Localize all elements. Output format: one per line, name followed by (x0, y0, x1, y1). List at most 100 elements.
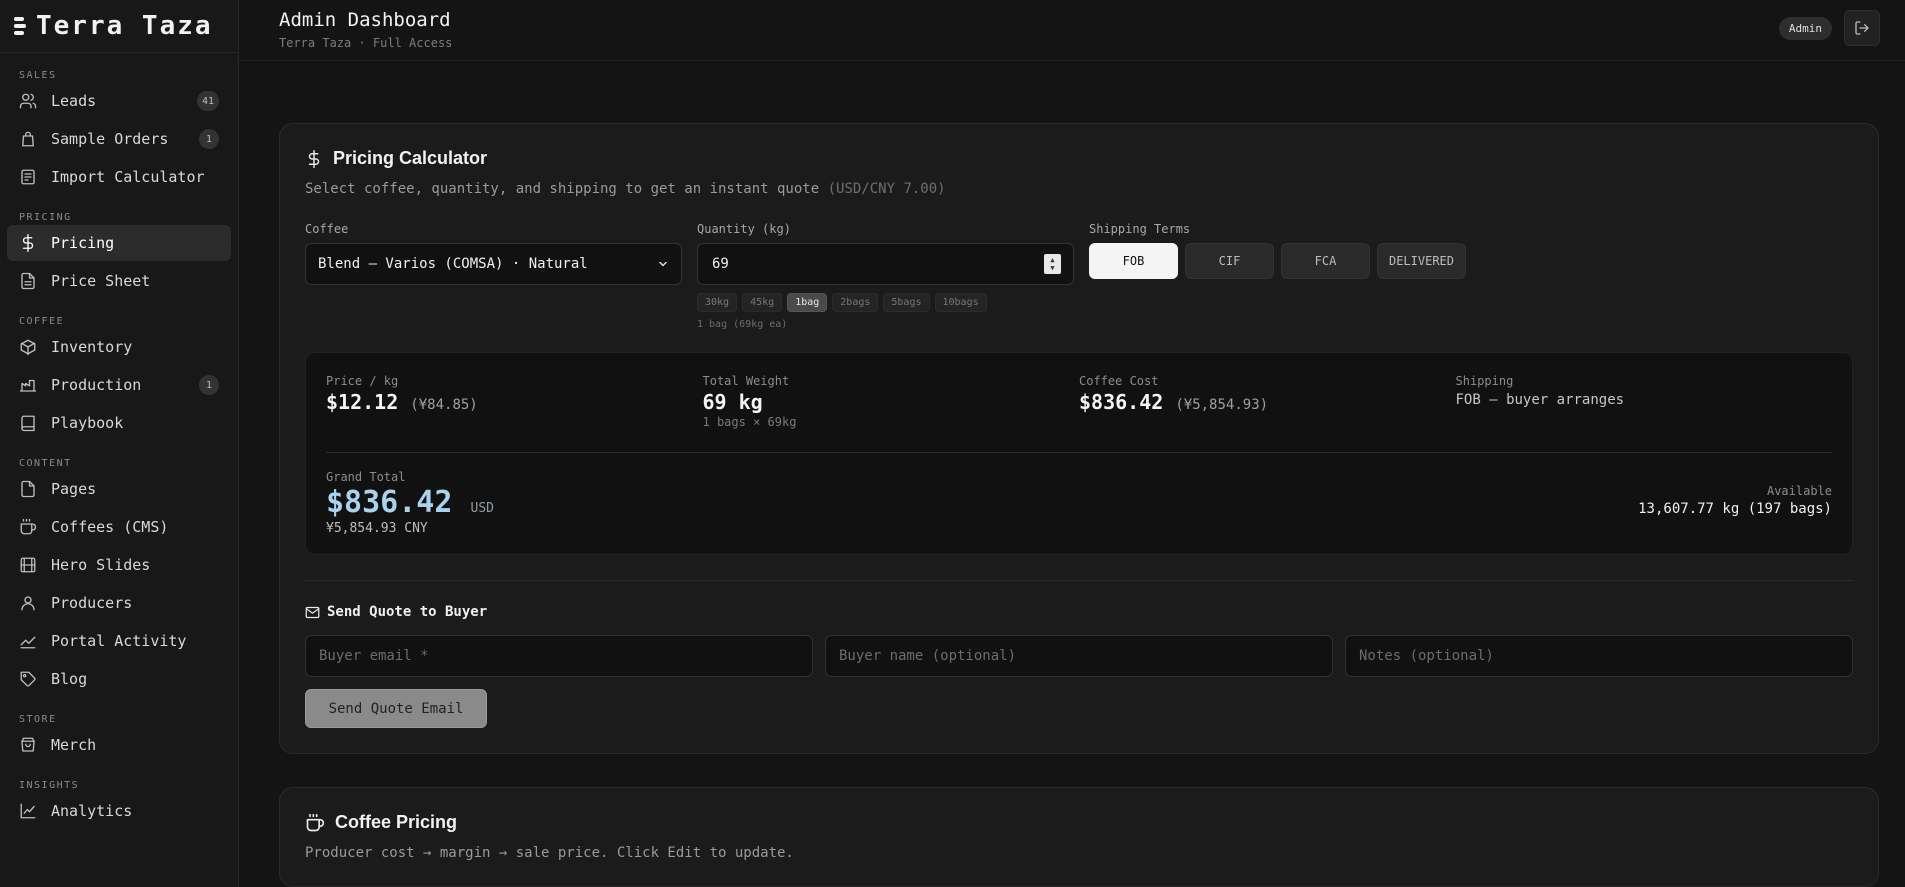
card-description: Select coffee, quantity, and shipping to… (305, 181, 1853, 197)
sidebar-item-sample-orders[interactable]: Sample Orders 1 (7, 121, 231, 157)
sidebar-item-merch[interactable]: Merch (7, 727, 231, 763)
nav-section-store: STORE Merch (0, 703, 238, 763)
nav-section-content: CONTENT Pages Coffees (CMS) Hero Slides Prod… (0, 447, 238, 697)
stepper-up-icon[interactable]: ▲ (1050, 256, 1054, 264)
sidebar-item-label: Merch (51, 736, 97, 754)
content: Pricing Calculator Select coffee, quanti… (239, 61, 1905, 887)
factory-icon (19, 376, 37, 394)
sidebar-item-coffees-cms[interactable]: Coffees (CMS) (7, 509, 231, 545)
total-weight-detail: 1 bags × 69kg (702, 415, 797, 429)
available-value: 13,607.77 kg (197 bags) (1638, 501, 1832, 517)
quantity-stepper[interactable]: ▲ ▼ (1044, 254, 1061, 274)
coffee-cost: Coffee Cost $836.42 (¥5,854.93) (1079, 374, 1456, 429)
logout-icon (1855, 21, 1869, 35)
sidebar-item-label: Import Calculator (51, 168, 205, 186)
page-subtitle: Terra Taza · Full Access (279, 36, 453, 50)
nav-section-title: INSIGHTS (19, 780, 80, 791)
quote-inputs (305, 635, 1853, 677)
shipping-term-fob[interactable]: FOB (1089, 243, 1178, 279)
count-badge: 1 (199, 129, 219, 149)
sidebar-item-inventory[interactable]: Inventory (7, 329, 231, 365)
sidebar-item-label: Coffees (CMS) (51, 518, 169, 536)
sidebar-item-playbook[interactable]: Playbook (7, 405, 231, 441)
sidebar-item-producers[interactable]: Producers (7, 585, 231, 621)
book-icon (19, 414, 37, 432)
brand-name: Terra Taza (36, 11, 213, 41)
quantity-input[interactable]: 69 ▲ ▼ (697, 243, 1074, 285)
buyer-name-input[interactable] (825, 635, 1333, 677)
shipping-term-fca[interactable]: FCA (1281, 243, 1370, 279)
sidebar-item-blog[interactable]: Blog (7, 661, 231, 697)
file-icon (19, 480, 37, 498)
role-badge: Admin (1778, 16, 1832, 40)
preset-chip-5bags[interactable]: 5bags (883, 293, 930, 312)
buyer-email-input[interactable] (305, 635, 813, 677)
sidebar-item-label: Pages (51, 480, 97, 498)
sidebar-item-pricing[interactable]: Pricing (7, 225, 231, 261)
sidebar-item-label: Sample Orders (51, 130, 169, 148)
nav-section-title: SALES (19, 70, 57, 81)
shipping-terms: FOB CIF FCA DELIVERED (1089, 243, 1466, 279)
price-per-kg-cny: (¥84.85) (410, 397, 478, 413)
logout-button[interactable] (1844, 10, 1880, 46)
coffee-icon (306, 813, 325, 831)
main: Admin Dashboard Terra Taza · Full Access… (239, 0, 1905, 887)
preset-chip-2bags[interactable]: 2bags (832, 293, 879, 312)
nav-section-sales: SALES Leads 41 Sample Orders 1 Import Calcula… (0, 59, 238, 195)
sidebar-item-label: Inventory (51, 338, 133, 356)
total-weight-label: Total Weight (702, 374, 790, 388)
grand-total-cny: ¥5,854.93 CNY (326, 521, 428, 536)
sidebar-item-leads[interactable]: Leads 41 (7, 83, 231, 119)
stepper-down-icon[interactable]: ▼ (1050, 264, 1054, 272)
nav-section-title: COFFEE (19, 316, 65, 327)
preset-chip-10bags[interactable]: 10bags (934, 293, 987, 312)
sidebar-item-hero-slides[interactable]: Hero Slides (7, 547, 231, 583)
shipping-summary-label: Shipping (1455, 374, 1514, 388)
sidebar-item-label: Playbook (51, 414, 124, 432)
grand-total-label: Grand Total (326, 470, 406, 484)
grand-total-row: Grand Total $836.42 USD ¥5,854.93 CNY Av… (326, 470, 1832, 536)
section-divider (305, 580, 1853, 581)
available-label: Available (1766, 484, 1832, 498)
sidebar-item-production[interactable]: Production 1 (7, 367, 231, 403)
count-badge: 41 (196, 91, 219, 111)
availability: Available 13,607.77 kg (197 bags) (1638, 484, 1832, 517)
page-title: Admin Dashboard (279, 9, 451, 31)
shipping-summary: Shipping FOB — buyer arranges (1456, 374, 1833, 429)
total-weight: Total Weight 69 kg 1 bags × 69kg (703, 374, 1080, 429)
quote-summary: Price / kg $12.12 (¥84.85) Total Weight … (305, 352, 1853, 555)
coffee-select-value: Blend — Varios (COMSA) · Natural (318, 256, 588, 272)
sidebar-item-label: Portal Activity (51, 632, 187, 650)
preset-chip-1bag[interactable]: 1bag (787, 293, 828, 312)
sidebar-nav: SALES Leads 41 Sample Orders 1 Import Calcula… (0, 59, 238, 829)
coffee-select[interactable]: Blend — Varios (COMSA) · Natural (305, 243, 682, 285)
preset-chip-30kg[interactable]: 30kg (697, 293, 738, 312)
shipping-term-delivered[interactable]: DELIVERED (1377, 243, 1466, 279)
nav-section-coffee: COFFEE Inventory Production 1 Playbook (0, 305, 238, 441)
description-text: Select coffee, quantity, and shipping to… (305, 181, 820, 197)
sidebar-item-pages[interactable]: Pages (7, 471, 231, 507)
sidebar-item-label: Price Sheet (51, 272, 151, 290)
coffee-pricing-description: Producer cost → margin → sale price. Cli… (305, 845, 794, 861)
shopping-bag-icon (19, 130, 37, 148)
sidebar: Terra Taza SALES Leads 41 Sample Orders 1 Imp… (0, 0, 239, 887)
brand[interactable]: Terra Taza (0, 0, 238, 53)
store-icon (19, 736, 37, 754)
sidebar-item-analytics[interactable]: Analytics (7, 793, 231, 829)
send-quote-button[interactable]: Send Quote Email (305, 689, 487, 728)
sidebar-item-price-sheet[interactable]: Price Sheet (7, 263, 231, 299)
logo-icon (14, 17, 26, 35)
sidebar-item-portal-activity[interactable]: Portal Activity (7, 623, 231, 659)
sidebar-item-label: Production (51, 376, 142, 394)
preset-chip-45kg[interactable]: 45kg (742, 293, 783, 312)
notes-input[interactable] (1345, 635, 1853, 677)
exchange-rate-note: (USD/CNY 7.00) (827, 181, 946, 197)
sidebar-item-label: Producers (51, 594, 133, 612)
sidebar-item-import-calculator[interactable]: Import Calculator (7, 159, 231, 195)
quantity-field: Quantity (kg) 69 ▲ ▼ 30kg 45kg 1bag 2bags 5b… (697, 222, 1074, 330)
grand-total-value: $836.42 (326, 485, 453, 520)
coffee-pricing-card: Coffee Pricing Producer cost → margin → … (279, 787, 1879, 887)
nav-section-title: PRICING (19, 212, 72, 223)
send-quote-title: Send Quote to Buyer (327, 604, 488, 620)
shipping-term-cif[interactable]: CIF (1185, 243, 1274, 279)
